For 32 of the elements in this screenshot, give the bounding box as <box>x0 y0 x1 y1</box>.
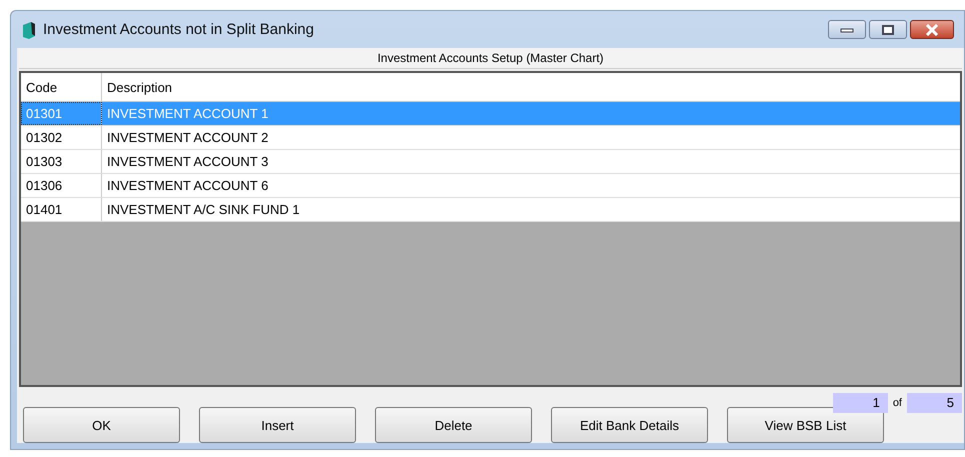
column-header[interactable]: Code <box>21 73 102 101</box>
maximize-button[interactable] <box>869 20 907 39</box>
table-row[interactable]: 01306 INVESTMENT ACCOUNT 6 <box>21 174 960 198</box>
table-row[interactable]: 01302 INVESTMENT ACCOUNT 2 <box>21 126 960 150</box>
table-cell: 01302 <box>21 126 102 149</box>
table-cell-text: INVESTMENT A/C SINK FUND 1 <box>106 201 301 219</box>
close-icon <box>925 24 939 36</box>
of-label: of <box>892 397 902 409</box>
table-row[interactable]: 01303 INVESTMENT ACCOUNT 3 <box>21 150 960 174</box>
action-button[interactable]: OK <box>23 407 180 443</box>
total-records-field: 5 <box>907 393 962 413</box>
action-button[interactable]: View BSB List <box>727 407 884 443</box>
maximize-icon <box>881 24 895 34</box>
table-cell: 01306 <box>21 174 102 197</box>
minimize-icon <box>840 26 854 32</box>
minimize-button[interactable] <box>828 20 866 39</box>
table-cell-text: INVESTMENT ACCOUNT 2 <box>106 129 270 147</box>
current-record-field: 1 <box>832 393 888 413</box>
table-cell: 01301 <box>21 102 102 125</box>
table-cell: 01303 <box>21 150 102 173</box>
table-cell-text: INVESTMENT ACCOUNT 3 <box>106 153 270 171</box>
action-button[interactable]: Insert <box>199 407 356 443</box>
app-icon <box>21 20 37 40</box>
close-button[interactable] <box>910 20 954 39</box>
column-header[interactable]: Description <box>102 73 960 101</box>
table-cell-text: INVESTMENT ACCOUNT 1 <box>106 105 270 123</box>
action-button[interactable]: Delete <box>375 407 532 443</box>
window-title: Investment Accounts not in Split Banking <box>43 21 315 38</box>
table-cell: 01401 <box>21 198 102 221</box>
table-row[interactable]: 01401 INVESTMENT A/C SINK FUND 1 <box>21 198 960 222</box>
table-cell-text: INVESTMENT ACCOUNT 6 <box>106 177 270 195</box>
action-button[interactable]: Edit Bank Details <box>551 407 708 443</box>
